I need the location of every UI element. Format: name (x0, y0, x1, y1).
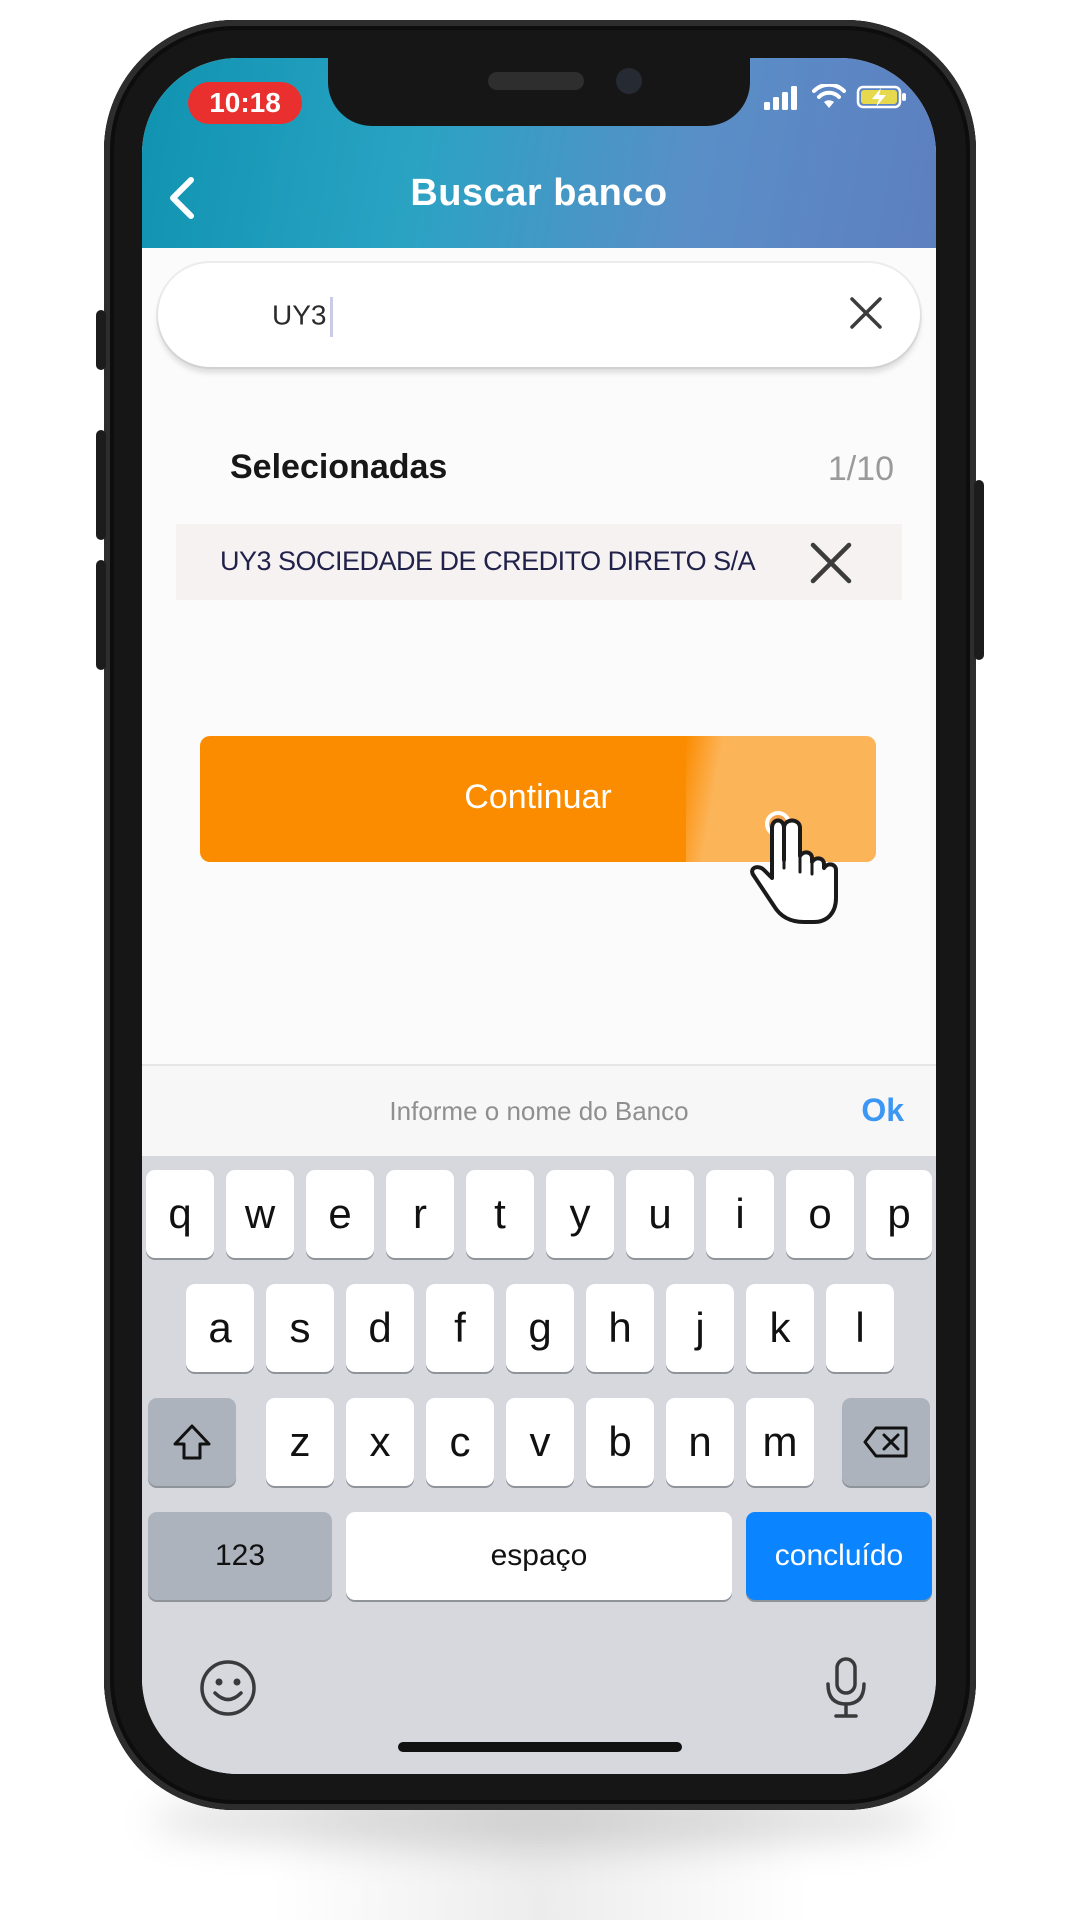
selected-bank-name: UY3 SOCIEDADE DE CREDITO DIRETO S/A (220, 546, 756, 576)
key[interactable]: w (226, 1170, 294, 1258)
search-input-value: UY3 (272, 299, 327, 331)
key[interactable]: n (666, 1398, 734, 1486)
space-key[interactable]: espaço (346, 1512, 732, 1600)
key[interactable]: x (346, 1398, 414, 1486)
key[interactable]: o (786, 1170, 854, 1258)
key[interactable]: z (266, 1398, 334, 1486)
numbers-key[interactable]: 123 (148, 1512, 332, 1600)
search-input[interactable]: UY3 (272, 297, 334, 337)
key[interactable]: v (506, 1398, 574, 1486)
key[interactable]: c (426, 1398, 494, 1486)
keyboard-toolbar: Informe o nome do Banco Ok (142, 1064, 936, 1158)
keyboard-hint: Informe o nome do Banco (389, 1096, 689, 1126)
key[interactable]: l (826, 1284, 894, 1372)
status-icons (762, 84, 908, 110)
phone-screen: 10:18 Buscar banco UY3 Selecionadas 1/10… (142, 58, 936, 1774)
virtual-keyboard: q w e r t y u i o p a s d f g h j k l z (142, 1156, 936, 1774)
ok-button[interactable]: Ok (861, 1092, 904, 1129)
shift-key[interactable] (148, 1398, 236, 1486)
key[interactable]: k (746, 1284, 814, 1372)
selected-count: 1/10 (827, 450, 894, 488)
signal-icon (764, 86, 797, 110)
volume-down-button (96, 560, 106, 670)
key[interactable]: u (626, 1170, 694, 1258)
key[interactable]: e (306, 1170, 374, 1258)
wifi-icon (812, 84, 846, 108)
emoji-icon[interactable] (198, 1658, 258, 1718)
key[interactable]: i (706, 1170, 774, 1258)
product-mockup-stage: 10:18 Buscar banco UY3 Selecionadas 1/10… (0, 0, 1080, 1920)
key[interactable]: p (866, 1170, 932, 1258)
app-header: 10:18 Buscar banco (142, 58, 936, 248)
close-icon[interactable] (846, 293, 886, 333)
mute-switch (96, 310, 106, 370)
key[interactable]: a (186, 1284, 254, 1372)
text-caret (330, 297, 334, 337)
status-time: 10:18 (188, 82, 302, 124)
backspace-key[interactable] (842, 1398, 930, 1486)
key[interactable]: b (586, 1398, 654, 1486)
done-key[interactable]: concluído (746, 1512, 932, 1600)
hand-pointer-icon (750, 811, 838, 924)
key[interactable]: r (386, 1170, 454, 1258)
volume-up-button (96, 430, 106, 540)
front-camera (616, 68, 642, 94)
key[interactable]: d (346, 1284, 414, 1372)
shift-icon (173, 1424, 211, 1460)
speaker-grille (488, 72, 584, 90)
backspace-icon (863, 1426, 908, 1458)
battery-charging-icon (856, 85, 906, 109)
key[interactable]: y (546, 1170, 614, 1258)
notch (328, 58, 750, 126)
key[interactable]: m (746, 1398, 814, 1486)
key[interactable]: f (426, 1284, 494, 1372)
key[interactable]: h (586, 1284, 654, 1372)
key[interactable]: q (146, 1170, 214, 1258)
home-indicator (398, 1742, 682, 1752)
close-icon[interactable] (808, 540, 854, 586)
selected-section-title: Selecionadas (230, 448, 448, 486)
key[interactable]: t (466, 1170, 534, 1258)
key[interactable]: g (506, 1284, 574, 1372)
key[interactable]: j (666, 1284, 734, 1372)
page-title: Buscar banco (410, 172, 668, 214)
power-button (974, 480, 984, 660)
bank-search-field[interactable]: UY3 (158, 263, 920, 367)
microphone-icon[interactable] (822, 1656, 870, 1720)
key[interactable]: s (266, 1284, 334, 1372)
selected-bank-row: UY3 SOCIEDADE DE CREDITO DIRETO S/A (176, 524, 902, 600)
